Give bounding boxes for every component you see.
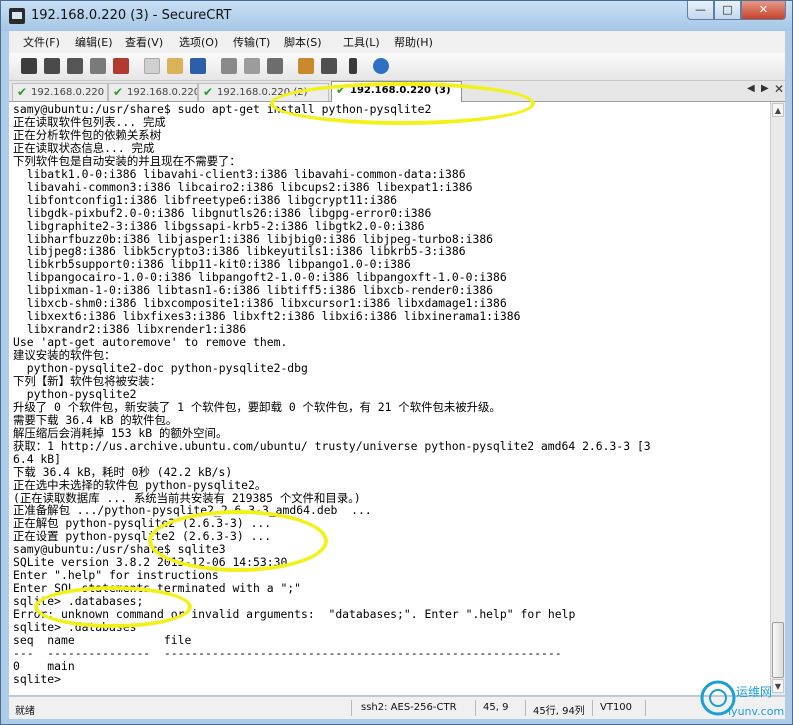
tab-label: 192.168.0.220 (2) <box>217 87 308 98</box>
session-tabs: ✔ 192.168.0.220 ✔ 192.168.0.220 (1) ✔ 19… <box>9 81 785 102</box>
menu-options[interactable]: 选项(O) <box>179 34 218 50</box>
status-bar: 就绪 ssh2: AES-256-CTR 45, 9 45行, 94列 VT10… <box>9 696 785 719</box>
terminal-line: 需要下载 36.4 kB 的软件包。 <box>13 412 178 427</box>
window-title: 192.168.0.220 (3) - SecureCRT <box>31 8 232 23</box>
tab-scroll-right-icon[interactable]: ▶ <box>761 83 769 94</box>
terminal-line: seq name file <box>13 632 192 647</box>
connected-check-icon: ✔ <box>113 85 124 99</box>
disconnect-icon[interactable] <box>113 58 129 74</box>
scroll-up-icon[interactable]: ▲ <box>772 103 784 117</box>
tab-session-2[interactable]: ✔ 192.168.0.220 (2) <box>198 83 329 101</box>
menu-transfer[interactable]: 传输(T) <box>233 34 270 50</box>
status-terminal-type: VT100 <box>600 702 633 713</box>
minimize-button[interactable]: — <box>687 1 714 20</box>
terminal-line: 获取：1 http://us.archive.ubuntu.com/ubuntu… <box>13 438 651 453</box>
copy-icon[interactable] <box>144 58 160 74</box>
title-bar[interactable]: 192.168.0.220 (3) - SecureCRT — □ ✕ <box>1 1 792 31</box>
terminal-line: libgdk-pixbuf2.0-0:i386 libgnutls26:i386… <box>13 205 432 220</box>
terminal-line: 解压缩后会消耗掉 153 kB 的额外空间。 <box>13 425 228 440</box>
find-icon[interactable] <box>190 58 206 74</box>
terminal-line: 0 main <box>13 658 75 673</box>
terminal-scrollbar[interactable]: ▲ ▼ <box>770 102 785 695</box>
keymap-icon[interactable] <box>321 58 337 74</box>
status-ready: 就绪 <box>15 706 35 717</box>
tab-label: 192.168.0.220 <box>31 87 105 98</box>
securecrt-app-icon <box>9 8 25 24</box>
close-button[interactable]: ✕ <box>741 1 786 20</box>
terminal-line: libgraphite2-3:i386 libgssapi-krb5-2:i38… <box>13 218 425 233</box>
connect-icon[interactable] <box>21 58 37 74</box>
menu-view[interactable]: 查看(V) <box>125 34 163 50</box>
status-cursor-position: 45, 9 <box>483 702 509 713</box>
terminal-line: 正在分析软件包的依赖关系树 <box>13 127 162 142</box>
quick-connect-icon[interactable] <box>44 58 60 74</box>
status-separator <box>475 700 476 716</box>
sftp-icon[interactable] <box>349 58 357 74</box>
status-separator <box>592 700 593 716</box>
terminal-line: libatk1.0-0:i386 libavahi-client3:i386 l… <box>13 166 466 181</box>
print-setup-icon[interactable] <box>244 58 260 74</box>
watermark-text-cn: 运维网 <box>736 685 772 699</box>
toolbar <box>9 53 785 81</box>
status-terminal-size: 45行, 94列 <box>533 706 585 717</box>
tab-session-1[interactable]: ✔ 192.168.0.220 (1) <box>108 83 198 101</box>
connected-check-icon: ✔ <box>17 85 28 99</box>
status-separator <box>645 700 646 716</box>
tab-session-0[interactable]: ✔ 192.168.0.220 <box>12 83 108 101</box>
terminal-line: libfontconfig1:i386 libfreetype6:i386 li… <box>13 192 398 207</box>
terminal-line: 下列【新】软件包将被安装： <box>13 373 162 388</box>
tab-session-3[interactable]: ✔ 192.168.0.220 (3) <box>331 81 462 102</box>
terminal-line: 下列软件包是自动安装的并且现在不需要了： <box>13 153 241 168</box>
terminal-line: python-pysqlite2 <box>13 386 137 401</box>
watermark-text-en: iyunv.com <box>728 705 784 718</box>
terminal-line: 正在选中未选择的软件包 python-pysqlite2。 <box>13 477 267 492</box>
terminal-line: 正在读取状态信息... 完成 <box>13 140 155 155</box>
connected-check-icon: ✔ <box>336 83 347 97</box>
securecrt-window: 192.168.0.220 (3) - SecureCRT — □ ✕ 文件(F… <box>0 0 793 725</box>
tab-scroll-left-icon[interactable]: ◀ <box>747 83 755 94</box>
window-controls: — □ ✕ <box>687 1 786 21</box>
connect-in-tab-icon[interactable] <box>67 58 83 74</box>
tab-label: 192.168.0.220 (1) <box>127 87 198 98</box>
terminal-line: libavahi-common3:i386 libcairo2:i386 lib… <box>13 179 473 194</box>
terminal-line: sqlite> <box>13 671 68 686</box>
menu-file[interactable]: 文件(F) <box>23 34 60 50</box>
menu-script[interactable]: 脚本(S) <box>284 34 322 50</box>
tab-label: 192.168.0.220 (3) <box>350 85 451 96</box>
scrollbar-thumb[interactable] <box>772 622 784 678</box>
session-options-icon[interactable] <box>267 58 283 74</box>
terminal-area[interactable]: samy@ubuntu:/usr/share$ sudo apt-get ins… <box>9 102 770 695</box>
menu-tools[interactable]: 工具(L) <box>343 34 380 50</box>
status-separator <box>351 700 352 716</box>
watermark-logo: 运维网 iyunv.com <box>700 680 784 718</box>
global-options-icon[interactable] <box>298 58 314 74</box>
menu-edit[interactable]: 编辑(E) <box>75 34 113 50</box>
connected-check-icon: ✔ <box>203 85 214 99</box>
paste-icon[interactable] <box>167 58 183 74</box>
status-separator <box>525 700 526 716</box>
reconnect-icon[interactable] <box>90 58 106 74</box>
terminal-line: 6.4 kB] <box>13 451 62 466</box>
status-protocol: ssh2: AES-256-CTR <box>361 702 457 713</box>
terminal-line: 下载 36.4 kB，耗时 0秒 (42.2 kB/s) <box>13 464 233 479</box>
help-icon[interactable] <box>373 58 389 74</box>
maximize-button[interactable]: □ <box>714 1 741 20</box>
terminal-line: 正在读取软件包列表... 完成 <box>13 114 166 129</box>
menu-bar: 文件(F) 编辑(E) 查看(V) 选项(O) 传输(T) 脚本(S) 工具(L… <box>9 31 785 54</box>
print-icon[interactable] <box>221 58 237 74</box>
tab-close-icon[interactable]: ✕ <box>774 82 784 96</box>
terminal-line: --- --------------- --------------------… <box>13 645 562 660</box>
menu-help[interactable]: 帮助(H) <box>394 34 433 50</box>
terminal-line: 升级了 0 个软件包，新安装了 1 个软件包，要卸载 0 个软件包，有 21 个… <box>13 399 501 414</box>
